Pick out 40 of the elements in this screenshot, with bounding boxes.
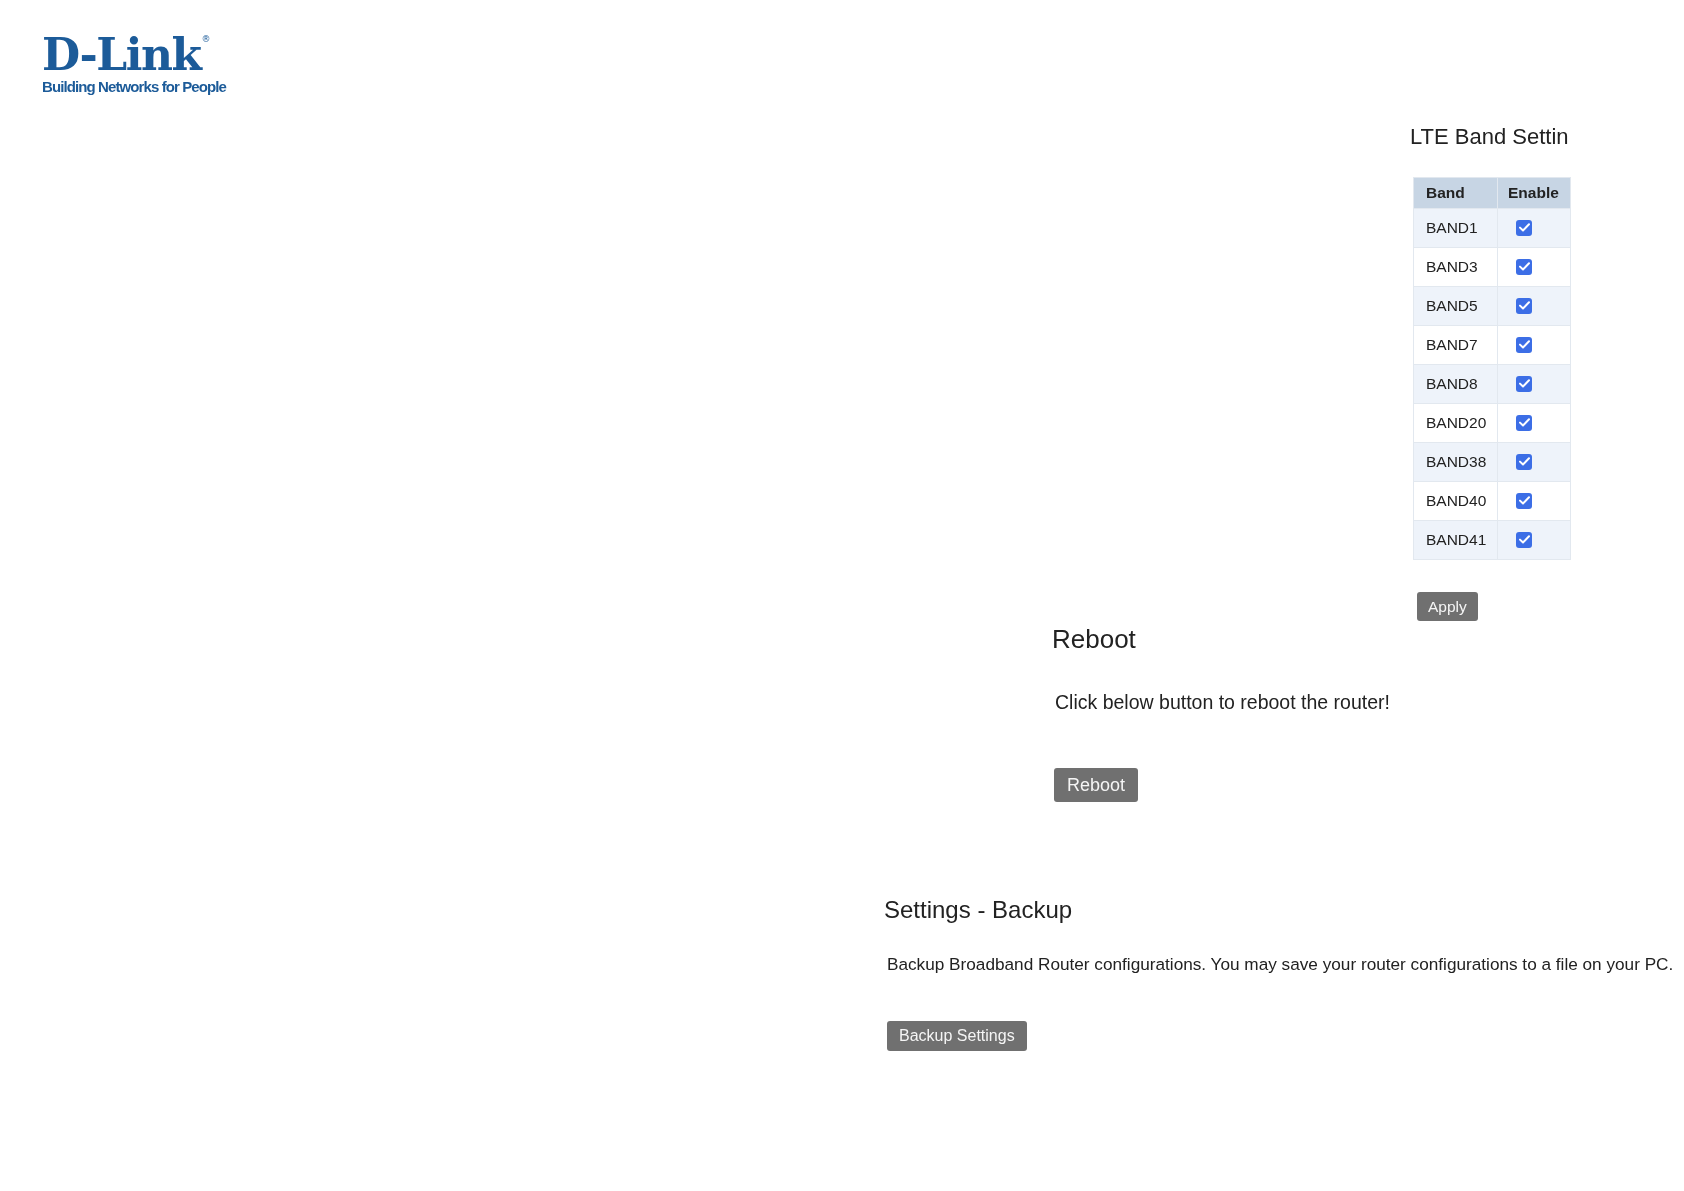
section-title: Settings - Backup bbox=[884, 896, 1073, 924]
apply-button[interactable]: Apply bbox=[1417, 591, 1478, 621]
table-cell: BAND38 bbox=[1413, 442, 1498, 482]
check-icon bbox=[1518, 379, 1530, 389]
checkbox[interactable] bbox=[1516, 336, 1532, 353]
section-title: LTE Band Settin bbox=[1410, 123, 1569, 149]
check-icon bbox=[1518, 340, 1530, 350]
table-cell: BAND20 bbox=[1413, 403, 1498, 443]
table-cell: BAND3 bbox=[1413, 247, 1498, 287]
table-cell: BAND1 bbox=[1413, 208, 1498, 248]
check-icon bbox=[1518, 457, 1530, 467]
check-icon bbox=[1518, 262, 1530, 272]
checkbox[interactable] bbox=[1516, 258, 1532, 275]
logo-wordmark: D-Link bbox=[42, 33, 201, 77]
check-icon bbox=[1518, 535, 1530, 545]
column-header: Band bbox=[1413, 177, 1498, 209]
checkbox[interactable] bbox=[1516, 453, 1532, 470]
table-cell: BAND41 bbox=[1413, 520, 1498, 560]
check-icon bbox=[1518, 223, 1530, 233]
checkbox[interactable] bbox=[1516, 492, 1532, 509]
table-cell: BAND7 bbox=[1413, 325, 1498, 365]
table-cell: BAND40 bbox=[1413, 481, 1498, 521]
table-cell: BAND8 bbox=[1413, 364, 1498, 404]
backup-settings-button[interactable]: Backup Settings bbox=[887, 1021, 1027, 1052]
reboot-button[interactable]: Reboot bbox=[1054, 768, 1139, 803]
checkbox[interactable] bbox=[1516, 375, 1532, 392]
column-header: Enable bbox=[1497, 177, 1571, 209]
check-icon bbox=[1518, 301, 1530, 311]
check-icon bbox=[1518, 496, 1530, 506]
logo-tagline: Building Networks for People bbox=[42, 79, 226, 96]
reboot-description: Click below button to reboot the router! bbox=[1055, 690, 1390, 714]
table-cell: BAND5 bbox=[1413, 286, 1498, 326]
checkbox[interactable] bbox=[1516, 414, 1532, 431]
checkbox[interactable] bbox=[1516, 297, 1532, 314]
backup-description: Backup Broadband Router configurations. You may save your router configurations to a file on your PC. bbox=[887, 954, 1674, 975]
checkbox[interactable] bbox=[1516, 219, 1532, 236]
check-icon bbox=[1518, 418, 1530, 428]
section-title: Reboot bbox=[1052, 624, 1136, 655]
registered-mark: ® bbox=[201, 35, 211, 44]
checkbox[interactable] bbox=[1516, 531, 1532, 548]
